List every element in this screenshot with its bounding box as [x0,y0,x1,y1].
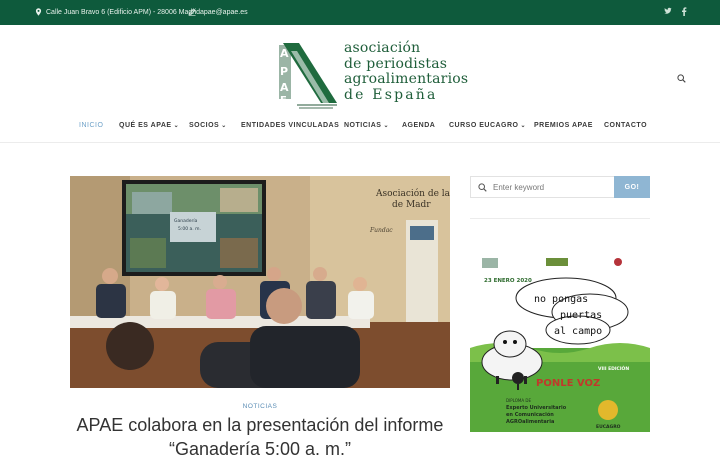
nav-item-label: QUÉ ES APAE [119,122,172,129]
nav-item-label: INICIO [79,122,104,129]
diploma-line-2: Experto Universitario [506,405,567,411]
slogan-line-1: no pongas [534,294,588,305]
banner-date: 23 ENERO 2020 [484,278,532,284]
svg-text:P: P [280,65,288,78]
university-logo [614,258,622,266]
apae-mini-logo [482,258,498,268]
logo-line-4: de España [344,86,438,103]
partner-logo [546,258,568,266]
sidebar-search [470,176,615,198]
chevron-down-icon: ⌄ [383,123,389,129]
banner-edition: VIII EDICIÓN [598,365,629,372]
logo-wordmark: asociación de periodistas agroalimentari… [344,40,469,103]
search-icon [478,182,487,192]
nav-item-label: ENTIDADES VINCULADAS [241,122,340,129]
svg-text:Asociación de la: Asociación de la [375,188,450,199]
header-search-icon[interactable] [677,70,686,88]
nav-item-premios-apae[interactable]: PREMIOS APAE [534,122,593,129]
svg-text:Fundac: Fundac [369,227,393,234]
banner-cta: PONLE VOZ [536,378,600,389]
location-pin-icon [35,8,42,16]
chevron-down-icon: ⌄ [520,123,527,129]
slogan-line-3: al campo [554,326,602,337]
nav-item-inicio[interactable]: INICIO [79,122,103,129]
svg-text:A: A [280,81,289,94]
chevron-down-icon: ⌄ [221,123,227,129]
eucagro-banner[interactable]: 23 ENERO 2020 no pongas puertas al campo… [470,252,650,432]
diploma-line-1: DIPLOMA DE [506,398,531,403]
nav-item-noticias[interactable]: NOTICIAS ⌄ [344,122,389,129]
nav-item-curso-eucagro[interactable]: CURSO EUCAGRO ⌄ [449,122,526,129]
post-title[interactable]: APAE colabora en la presentación del inf… [70,413,450,461]
email-text[interactable]: apae@apae.es [200,9,248,16]
nav-item-contacto[interactable]: CONTACTO [604,122,647,129]
pencil-icon [188,8,196,16]
top-bar: Calle Juan Bravo 6 (Edificio APM) - 2800… [0,0,720,25]
facebook-icon[interactable] [681,7,687,18]
svg-text:A: A [280,47,289,60]
nav-item-entidades-vinculadas[interactable]: ENTIDADES VINCULADAS [241,122,339,129]
nav-item-label: CONTACTO [604,122,648,129]
search-input[interactable] [493,182,603,192]
diploma-line-3: en Comunicación [506,411,554,418]
svg-text:5:00 a. m.: 5:00 a. m. [178,226,201,232]
post-category[interactable]: NOTICIAS [70,403,450,410]
diploma-line-4: AGROalimentaria [506,419,554,425]
svg-text:E: E [280,95,287,106]
banner-brand: EUCAGRO [596,424,621,430]
nav-item-socios[interactable]: SOCIOS ⌄ [189,122,227,129]
search-go-button[interactable]: GO! [614,176,650,198]
site-header: A P A E asociación de periodistas agroal… [0,25,720,143]
apae-logo[interactable]: A P A E asociación de periodistas agroal… [277,39,468,109]
svg-text:Ganadería: Ganadería [174,217,198,224]
logo-line-1: asociación [344,40,421,56]
chevron-down-icon: ⌄ [173,123,180,129]
nav-item-que-es-apae[interactable]: QUÉ ES APAE ⌄ [119,122,179,129]
nav-item-agenda[interactable]: AGENDA [402,122,435,129]
nav-item-label: SOCIOS [189,122,220,129]
nav-item-label: NOTICIAS [344,122,382,129]
slogan-line-2: puertas [560,310,602,321]
twitter-icon[interactable] [664,7,672,17]
nav-item-label: PREMIOS APAE [534,122,593,129]
nav-item-label: AGENDA [402,122,436,129]
svg-text:de Madr: de Madr [392,200,431,210]
logo-line-2: de periodistas [344,55,448,72]
featured-post-image[interactable]: Asociación de la de Madr Fundac Ganaderí… [70,176,450,388]
email-contact[interactable]: apae@apae.es [188,8,248,16]
address-text: Calle Juan Bravo 6 (Edificio APM) - 2800… [46,8,201,16]
address: Calle Juan Bravo 6 (Edificio APM) - 2800… [35,8,200,16]
logo-mark: A P A E [279,43,337,109]
sidebar-divider [470,218,650,219]
logo-line-3: agroalimentarios [344,71,469,87]
nav-item-label: CURSO EUCAGRO [449,122,519,129]
main-navigation: INICIO QUÉ ES APAE ⌄ SOCIOS ⌄ ENTIDADES VI… [0,120,720,134]
